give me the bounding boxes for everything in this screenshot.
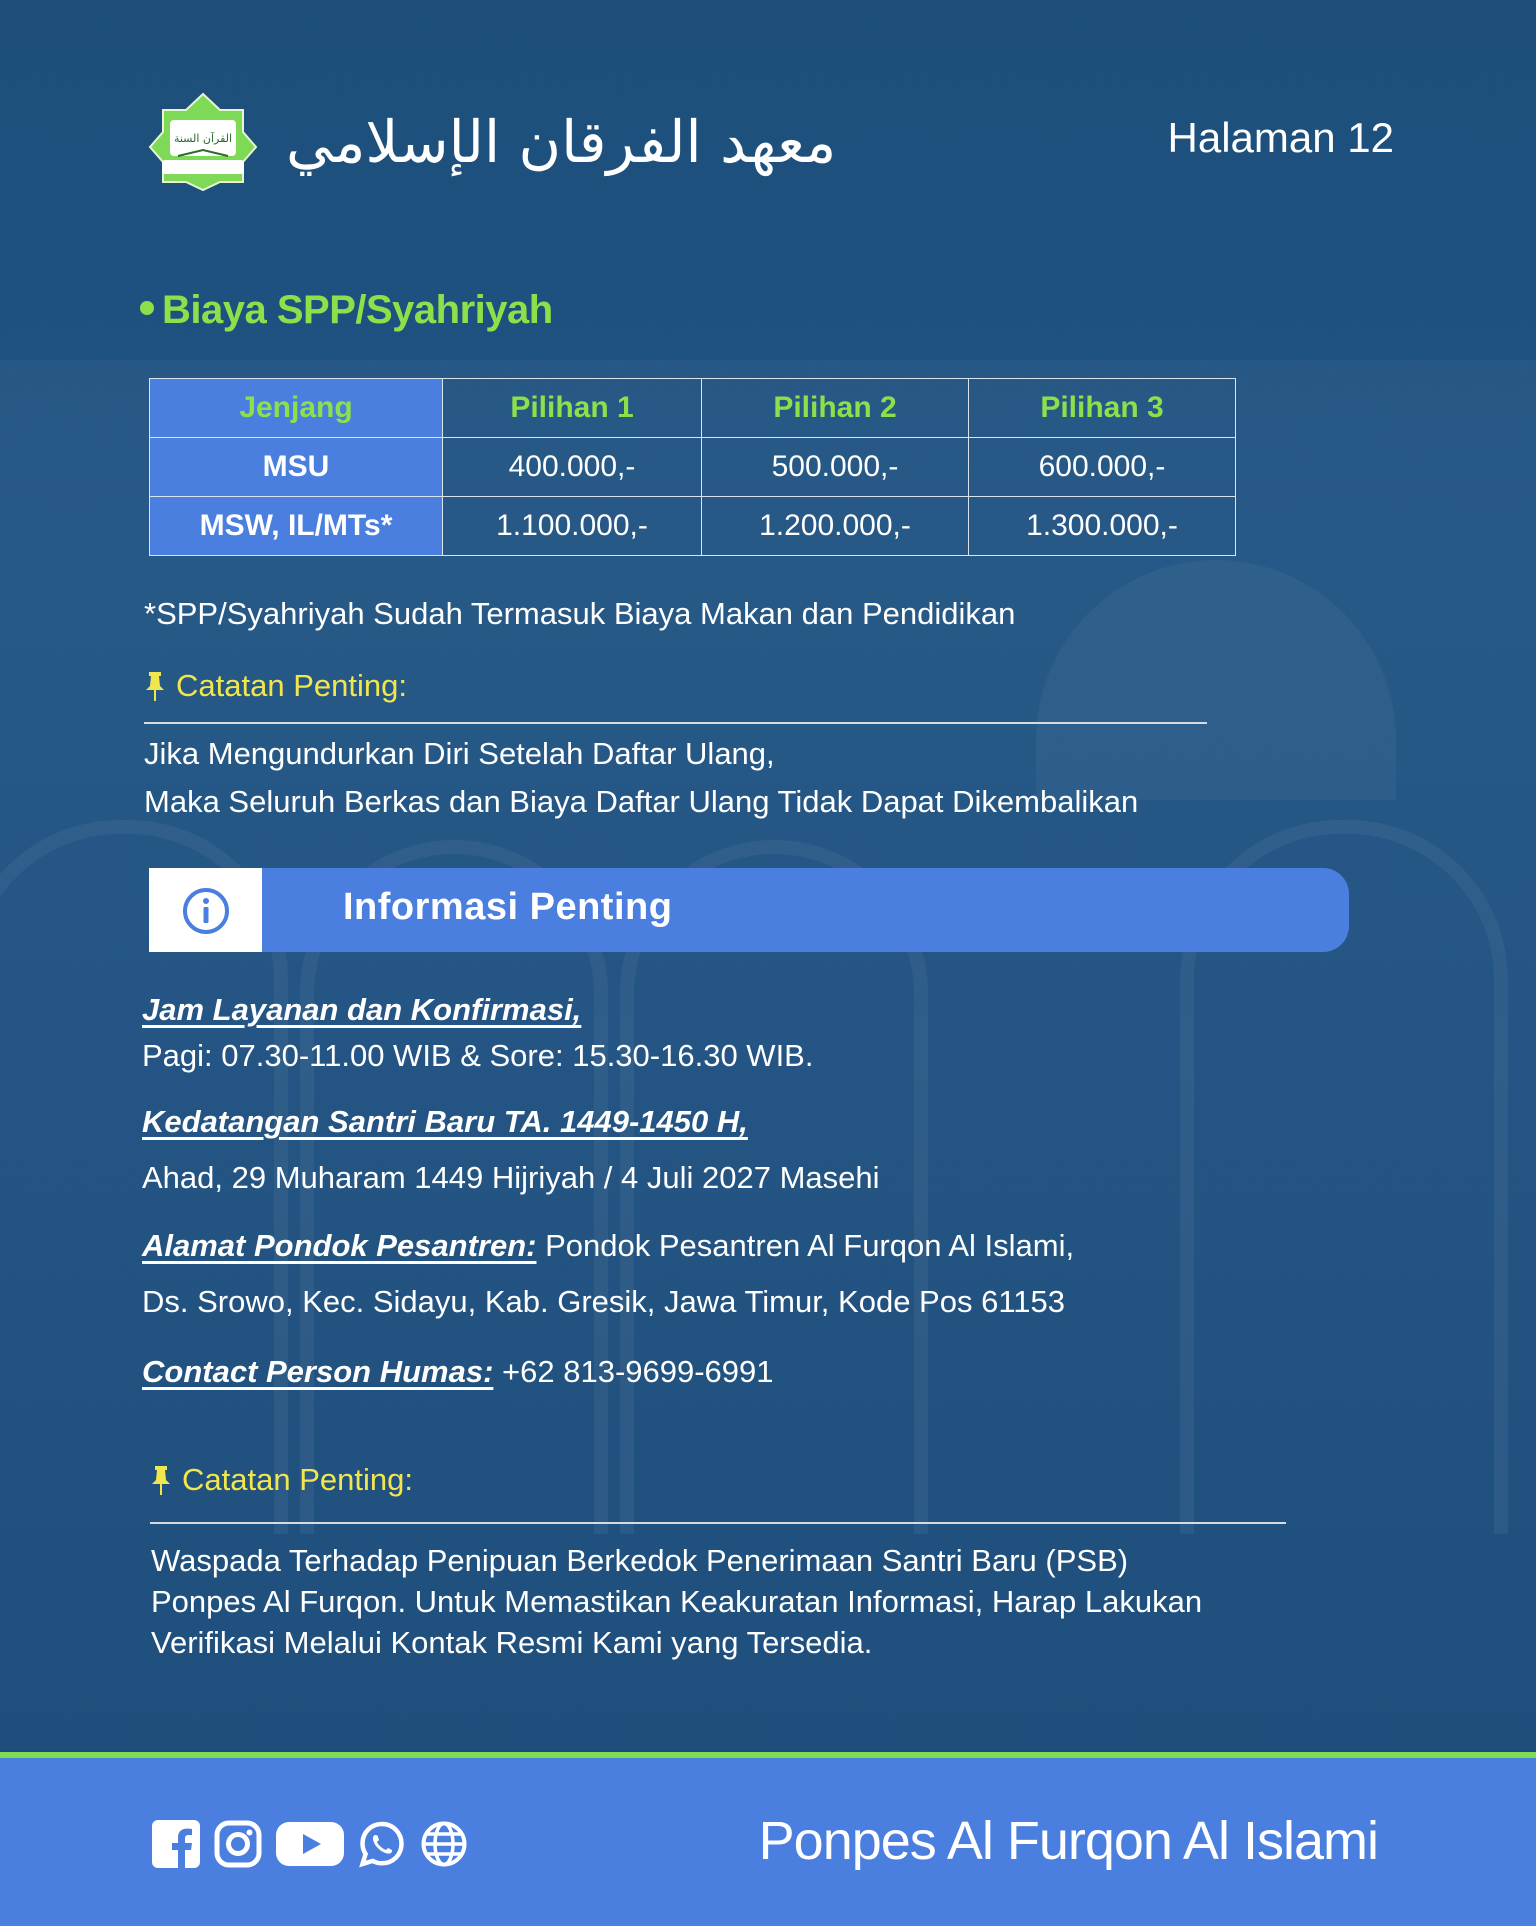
table-cell: 1.100.000,-	[442, 496, 702, 556]
pushpin-icon	[146, 672, 164, 701]
youtube-icon[interactable]	[276, 1820, 344, 1868]
pesantren-logo: القرآن السنة	[148, 92, 258, 192]
facebook-icon[interactable]	[152, 1820, 200, 1868]
table-cell: 600.000,-	[968, 437, 1236, 497]
social-icons	[152, 1820, 468, 1868]
address-text-2: Ds. Srowo, Kec. Sidayu, Kab. Gresik, Jaw…	[142, 1284, 1065, 1319]
important-note-heading-2: Catatan Penting:	[150, 1462, 413, 1498]
note-line: Jika Mengundurkan Diri Setelah Daftar Ul…	[144, 736, 775, 771]
warning-line: Verifikasi Melalui Kontak Resmi Kami yan…	[151, 1625, 873, 1660]
warning-line: Waspada Terhadap Penipuan Berkedok Pener…	[151, 1543, 1129, 1578]
table-header-row: Jenjang Pilihan 1 Pilihan 2 Pilihan 3	[149, 378, 1236, 438]
info-banner: Informasi Penting	[149, 868, 1349, 952]
column-header: Jenjang	[149, 378, 443, 438]
divider	[150, 1522, 1286, 1524]
table-row: MSW, IL/MTs* 1.100.000,- 1.200.000,- 1.3…	[149, 496, 1236, 556]
fee-table: Jenjang Pilihan 1 Pilihan 2 Pilihan 3 MS…	[149, 378, 1236, 556]
table-cell: 1.300.000,-	[968, 496, 1236, 556]
note-text: Jika Mengundurkan Diri Setelah Daftar Ul…	[144, 730, 1138, 826]
info-icon	[183, 888, 229, 934]
column-header: Pilihan 2	[701, 378, 969, 438]
arrival-title: Kedatangan Santri Baru TA. 1449-1450 H,	[142, 1104, 748, 1139]
table-cell: 500.000,-	[701, 437, 969, 497]
pushpin-icon	[152, 1466, 170, 1495]
note-line: Maka Seluruh Berkas dan Biaya Daftar Ula…	[144, 784, 1139, 819]
instagram-icon[interactable]	[214, 1820, 262, 1868]
fee-footnote: *SPP/Syahriyah Sudah Termasuk Biaya Maka…	[144, 596, 1016, 631]
globe-icon[interactable]	[420, 1820, 468, 1868]
contact-title: Contact Person Humas:	[142, 1354, 494, 1389]
info-banner-title: Informasi Penting	[343, 886, 673, 928]
header: القرآن السنة معهد الفرقان الإسلامي	[148, 92, 836, 192]
column-header: Pilihan 1	[442, 378, 702, 438]
address-line: Alamat Pondok Pesantren: Pondok Pesantre…	[142, 1228, 1074, 1264]
arabic-institution-name: معهد الفرقان الإسلامي	[286, 108, 837, 176]
table-cell: 1.200.000,-	[701, 496, 969, 556]
row-header: MSW, IL/MTs*	[149, 496, 443, 556]
row-header: MSU	[149, 437, 443, 497]
column-header: Pilihan 3	[968, 378, 1236, 438]
bullet-icon	[140, 301, 154, 316]
footer-brand: Ponpes Al Furqon Al Islami	[758, 1811, 1379, 1871]
page-number: Halaman 12	[1167, 114, 1394, 161]
address-title: Alamat Pondok Pesantren:	[142, 1228, 537, 1263]
table-cell: 400.000,-	[442, 437, 702, 497]
contact-line: Contact Person Humas: +62 813-9699-6991	[142, 1354, 774, 1390]
fee-section-title: Biaya SPP/Syahriyah	[140, 288, 553, 333]
service-hours-text: Pagi: 07.30-11.00 WIB & Sore: 15.30-16.3…	[142, 1038, 814, 1073]
warning-text: Waspada Terhadap Penipuan Berkedok Pener…	[151, 1540, 1202, 1663]
table-row: MSU 400.000,- 500.000,- 600.000,-	[149, 437, 1236, 497]
arrival-text: Ahad, 29 Muharam 1449 Hijriyah / 4 Juli …	[142, 1160, 880, 1195]
divider	[144, 722, 1207, 724]
whatsapp-icon[interactable]	[358, 1820, 406, 1868]
warning-line: Ponpes Al Furqon. Untuk Memastikan Keaku…	[151, 1584, 1203, 1619]
footer: Ponpes Al Furqon Al Islami	[0, 1752, 1536, 1926]
contact-phone[interactable]: +62 813-9699-6991	[502, 1354, 774, 1389]
svg-text:القرآن السنة: القرآن السنة	[174, 131, 232, 145]
address-text: Pondok Pesantren Al Furqon Al Islami,	[545, 1228, 1075, 1263]
service-hours-title: Jam Layanan dan Konfirmasi,	[142, 992, 582, 1027]
important-note-heading: Catatan Penting:	[144, 668, 407, 704]
